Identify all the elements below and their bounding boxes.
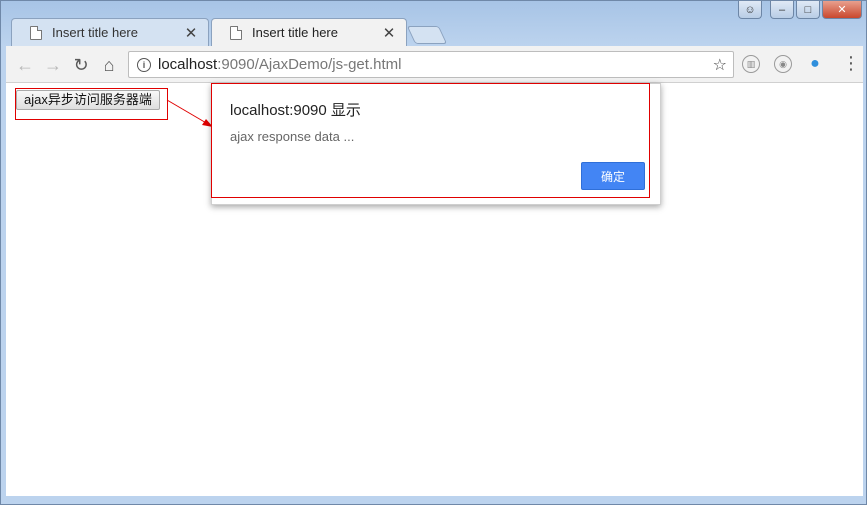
- menu-dots-icon[interactable]: ⋮: [842, 54, 860, 72]
- url-path: :9090/AjaxDemo/js-get.html: [217, 56, 402, 73]
- alert-dialog: localhost:9090 显示 ajax response data ...…: [211, 83, 661, 205]
- back-arrow-icon[interactable]: ←: [14, 54, 36, 76]
- extension-icon[interactable]: ▥: [742, 55, 760, 73]
- maximize-button[interactable]: □: [796, 1, 820, 19]
- info-icon[interactable]: i: [137, 57, 151, 72]
- tab-1[interactable]: Insert title here ✕: [11, 18, 209, 46]
- page-content: ajax异步访问服务器端 localhost:9090 显示 ajax resp…: [6, 83, 863, 496]
- tab-strip: Insert title here ✕ Insert title here ✕ …: [1, 1, 867, 46]
- extension-icon[interactable]: ◉: [774, 55, 792, 73]
- ajax-request-button[interactable]: ajax异步访问服务器端: [16, 90, 160, 110]
- browser-window: Insert title here ✕ Insert title here ✕ …: [0, 0, 867, 505]
- document-icon: [230, 25, 242, 40]
- close-icon[interactable]: ✕: [382, 24, 396, 42]
- new-tab-button[interactable]: [406, 26, 448, 44]
- extension-icon[interactable]: ●: [806, 55, 824, 73]
- ok-button[interactable]: 确定: [581, 162, 645, 190]
- url-host: localhost: [158, 56, 218, 73]
- forward-arrow-icon[interactable]: →: [42, 54, 64, 76]
- tab-2[interactable]: Insert title here ✕: [211, 18, 407, 46]
- tab-title: Insert title here: [252, 25, 338, 40]
- bookmark-star-icon[interactable]: ☆: [713, 55, 727, 75]
- dialog-title: localhost:9090 显示: [230, 102, 361, 119]
- dialog-message: ajax response data ...: [230, 129, 355, 144]
- user-profile-icon[interactable]: ☺: [738, 1, 762, 19]
- home-icon[interactable]: ⌂: [98, 54, 120, 76]
- close-window-button[interactable]: ✕: [822, 1, 862, 19]
- document-icon: [30, 25, 42, 40]
- window-controls: ☺ – □ ✕: [738, 1, 862, 19]
- address-bar[interactable]: i localhost:9090/AjaxDemo/js-get.html ☆: [128, 51, 734, 78]
- reload-icon[interactable]: ↻: [70, 54, 92, 76]
- close-icon[interactable]: ✕: [184, 24, 198, 42]
- browser-toolbar: ← → ↻ ⌂ i localhost:9090/AjaxDemo/js-get…: [6, 46, 863, 83]
- tab-title: Insert title here: [52, 25, 138, 40]
- minimize-button[interactable]: –: [770, 1, 794, 19]
